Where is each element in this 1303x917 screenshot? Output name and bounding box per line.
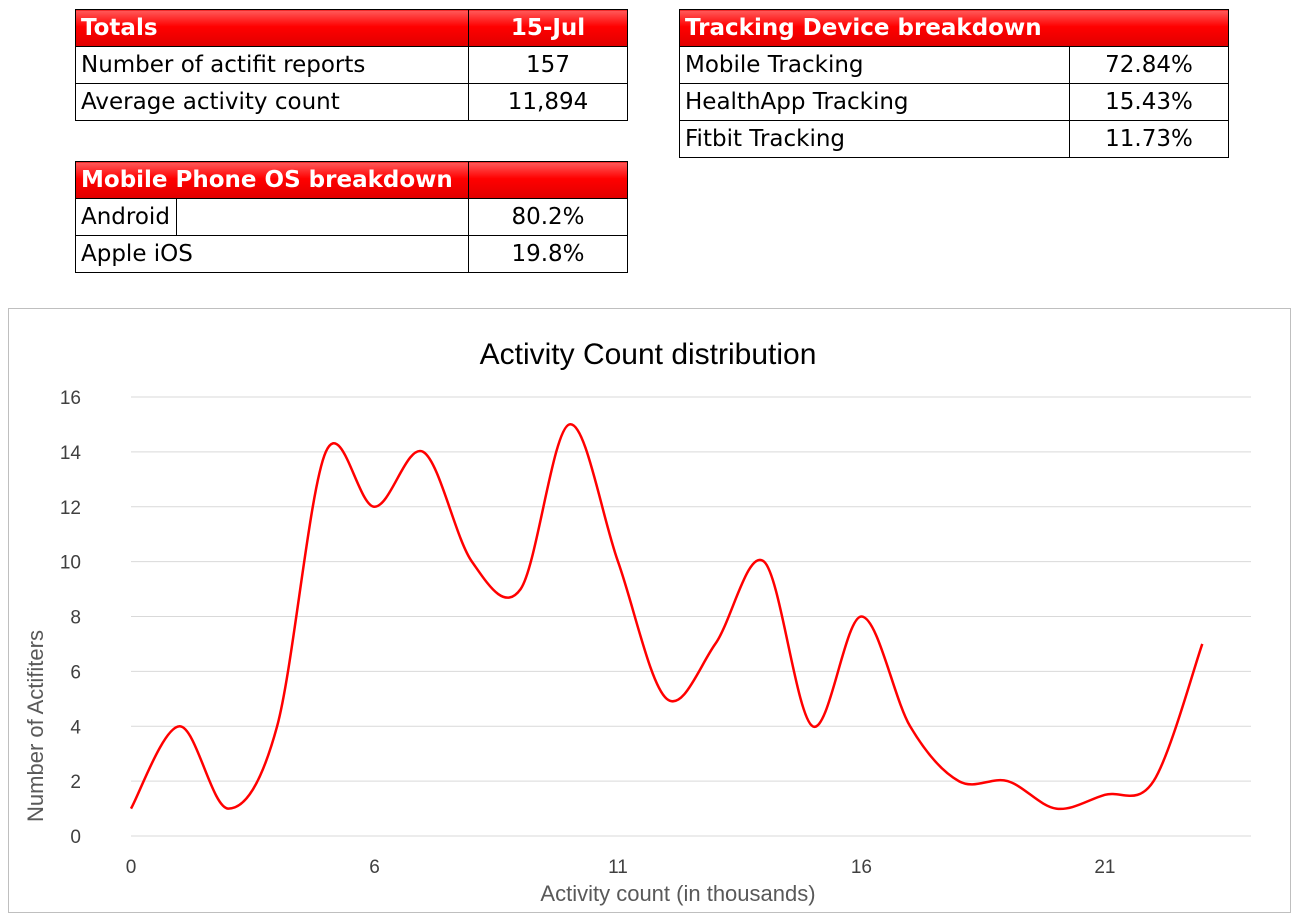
os-android-cell[interactable]: Android [75,198,469,236]
table-row: Average activity count 11,894 [75,83,628,121]
y-tick-label: 4 [70,717,81,738]
device-mobile-value[interactable]: 72.84% [1068,46,1230,84]
activity-chart: 0 2 4 6 8 10 12 14 16 0 6 11 16 21 Activity Count di… [23,338,1251,906]
x-tick-label: 0 [126,857,137,878]
os-ios-value[interactable]: 19.8% [468,235,628,273]
table-row: Number of actifit reports 157 [75,46,628,84]
y-tick-label: 14 [60,443,82,464]
device-healthapp-value[interactable]: 15.43% [1068,83,1230,121]
x-axis-ticks: 0 6 11 16 21 [126,857,1116,878]
os-table: Mobile Phone OS breakdown Android 80.2% … [75,161,628,273]
y-tick-label: 0 [70,827,81,848]
x-tick-label: 21 [1094,857,1115,878]
y-tick-label: 16 [60,388,81,409]
y-axis-ticks: 0 2 4 6 8 10 12 14 16 [60,388,82,848]
os-header-row: Mobile Phone OS breakdown [75,161,628,199]
device-mobile-label[interactable]: Mobile Tracking [679,46,1070,84]
os-android-label: Android [77,199,177,235]
totals-average-label[interactable]: Average activity count [75,83,469,121]
y-tick-label: 2 [70,772,81,793]
chart-gridlines [131,396,1251,837]
x-tick-label: 6 [369,857,380,878]
y-tick-label: 10 [60,553,81,574]
totals-header-label[interactable]: Totals [75,9,469,47]
y-tick-label: 8 [70,608,81,629]
x-tick-label: 16 [851,857,872,878]
totals-average-value[interactable]: 11,894 [468,83,628,121]
table-row: HealthApp Tracking 15.43% [679,83,1230,121]
os-ios-label[interactable]: Apple iOS [75,235,469,273]
totals-reports-value[interactable]: 157 [468,46,628,84]
device-fitbit-value[interactable]: 11.73% [1068,120,1230,158]
y-axis-label: Number of Actifiters [23,630,48,822]
os-android-value[interactable]: 80.2% [468,198,628,236]
y-tick-label: 12 [60,498,81,519]
totals-reports-label[interactable]: Number of actifit reports [75,46,469,84]
totals-table: Totals 15-Jul Number of actifit reports … [75,9,628,121]
device-header-row: Tracking Device breakdown [678,9,1230,47]
device-fitbit-label[interactable]: Fitbit Tracking [679,120,1070,158]
x-axis-label: Activity count (in thousands) [540,881,815,906]
table-row: Android 80.2% [75,198,628,236]
os-header-label[interactable]: Mobile Phone OS breakdown [75,161,469,199]
device-header-label[interactable]: Tracking Device breakdown [678,9,1230,47]
table-row: Fitbit Tracking 11.73% [679,120,1230,158]
device-healthapp-label[interactable]: HealthApp Tracking [679,83,1070,121]
device-table: Tracking Device breakdown Mobile Trackin… [678,9,1230,158]
totals-header-row: Totals 15-Jul [75,9,628,47]
os-header-empty[interactable] [468,161,628,199]
y-tick-label: 6 [70,662,81,683]
chart-area[interactable]: 0 2 4 6 8 10 12 14 16 0 6 11 16 21 Activity Count di… [8,308,1291,913]
chart-title: Activity Count distribution [480,338,817,371]
totals-header-date[interactable]: 15-Jul [468,9,628,47]
x-tick-label: 11 [608,857,628,878]
table-row: Mobile Tracking 72.84% [679,46,1230,84]
table-row: Apple iOS 19.8% [75,235,628,273]
